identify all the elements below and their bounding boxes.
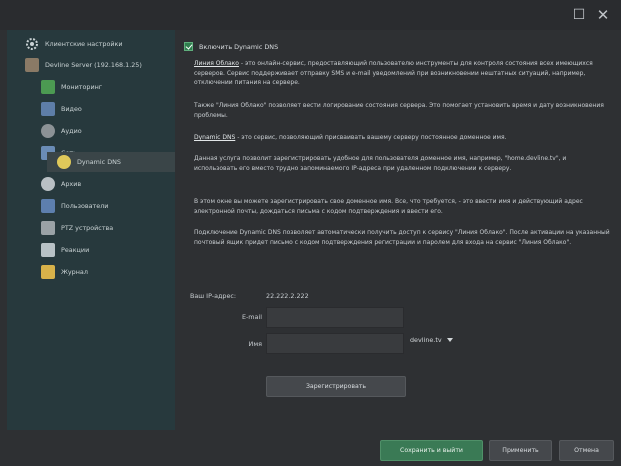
ip-address-value: 22.222.2.222 bbox=[266, 292, 309, 300]
settings-sidebar: Клиентские настройки Devline Server (192… bbox=[7, 30, 175, 430]
domain-select-value: devline.tv bbox=[410, 336, 442, 344]
ptz-icon bbox=[41, 221, 55, 235]
sidebar-item-label: Журнал bbox=[61, 268, 88, 276]
title-bar: ☐ ✕ bbox=[0, 0, 621, 30]
cancel-button[interactable]: Отмена bbox=[559, 440, 614, 461]
email-label: E-mail bbox=[241, 313, 262, 321]
sidebar-item-label: Мониторинг bbox=[61, 83, 103, 91]
close-icon[interactable]: ✕ bbox=[594, 6, 612, 24]
globe-icon bbox=[57, 155, 71, 169]
paragraph-text: В этом окне вы можете зарегистрировать с… bbox=[194, 198, 583, 215]
reactions-icon bbox=[41, 243, 55, 257]
sidebar-item-archive[interactable]: Архив bbox=[41, 174, 81, 194]
audio-icon bbox=[41, 124, 55, 138]
paragraph-text: - это сервис, позволяющий присваивать ва… bbox=[235, 134, 507, 141]
sidebar-item-ptz[interactable]: PTZ устройства bbox=[41, 218, 113, 238]
sidebar-item-monitoring[interactable]: Мониторинг bbox=[41, 77, 102, 97]
paragraph-cloud-logging: Также "Линия Облако" позволяет вести лог… bbox=[194, 101, 610, 120]
register-button[interactable]: Зарегистрировать bbox=[266, 376, 406, 397]
paragraph-dns-intro: Dynamic DNS - это сервис, позволяющий пр… bbox=[194, 133, 610, 143]
name-label: Имя bbox=[248, 340, 262, 348]
save-and-exit-button[interactable]: Сохранить и выйти bbox=[380, 440, 483, 461]
apply-button[interactable]: Применить bbox=[489, 440, 552, 461]
sidebar-item-label: Аудио bbox=[61, 127, 82, 135]
enable-dynamic-dns-label: Включить Dynamic DNS bbox=[199, 42, 279, 51]
monitoring-icon bbox=[41, 80, 55, 94]
sidebar-item-label: Dynamic DNS bbox=[77, 158, 121, 166]
sidebar-item-label: PTZ устройства bbox=[61, 224, 114, 232]
sidebar-item-label: Пользователи bbox=[61, 202, 109, 210]
enable-dynamic-dns-checkbox[interactable] bbox=[184, 42, 193, 51]
email-field[interactable] bbox=[266, 307, 404, 328]
paragraph-dns-activation: Подключение Dynamic DNS позволяет автома… bbox=[194, 228, 610, 247]
sidebar-item-label: Видео bbox=[61, 105, 82, 113]
paragraph-text: Также "Линия Облако" позволяет вести лог… bbox=[194, 102, 604, 119]
video-icon bbox=[41, 102, 55, 116]
enable-dynamic-dns-row: Включить Dynamic DNS bbox=[184, 42, 278, 51]
name-field[interactable] bbox=[266, 333, 404, 354]
gear-icon bbox=[25, 37, 39, 51]
sidebar-item-journal[interactable]: Журнал bbox=[41, 262, 88, 282]
ip-address-label: Ваш IP-адрес: bbox=[190, 292, 237, 300]
paragraph-text: Подключение Dynamic DNS позволяет автома… bbox=[194, 229, 610, 246]
archive-icon bbox=[41, 177, 55, 191]
paragraph-dns-register: В этом окне вы можете зарегистрировать с… bbox=[194, 197, 610, 216]
sidebar-item-server[interactable]: Devline Server (192.168.1.25) bbox=[25, 55, 142, 75]
chevron-down-icon bbox=[446, 338, 453, 342]
sidebar-item-label: Клиентские настройки bbox=[45, 40, 123, 48]
paragraph-text: Данная услуга позволит зарегистрировать … bbox=[194, 155, 567, 172]
users-icon bbox=[41, 199, 55, 213]
cloud-link[interactable]: Линия Облако bbox=[194, 60, 239, 67]
sidebar-item-reactions[interactable]: Реакции bbox=[41, 240, 89, 260]
dynamic-dns-panel: Включить Dynamic DNS Линия Облако - это … bbox=[182, 34, 614, 430]
journal-icon bbox=[41, 265, 55, 279]
dynamic-dns-link[interactable]: Dynamic DNS bbox=[194, 134, 235, 141]
paragraph-text: - это онлайн-сервис, предоставляющий пол… bbox=[194, 60, 593, 87]
sidebar-item-video[interactable]: Видео bbox=[41, 99, 82, 119]
server-icon bbox=[25, 58, 39, 72]
settings-window: ☐ ✕ Клиентские настройки Devline Server … bbox=[0, 0, 621, 466]
maximize-icon[interactable]: ☐ bbox=[570, 6, 588, 24]
sidebar-item-client-settings[interactable]: Клиентские настройки bbox=[25, 34, 123, 54]
sidebar-item-audio[interactable]: Аудио bbox=[41, 121, 82, 141]
sidebar-item-users[interactable]: Пользователи bbox=[41, 196, 108, 216]
paragraph-dns-usage: Данная услуга позволит зарегистрировать … bbox=[194, 154, 610, 173]
paragraph-cloud-intro: Линия Облако - это онлайн-сервис, предос… bbox=[194, 59, 610, 88]
sidebar-item-dynamic-dns[interactable]: Dynamic DNS bbox=[47, 152, 175, 172]
domain-select[interactable]: devline.tv bbox=[410, 336, 453, 344]
sidebar-item-label: Архив bbox=[61, 180, 82, 188]
sidebar-item-label: Devline Server (192.168.1.25) bbox=[45, 61, 142, 69]
sidebar-item-label: Реакции bbox=[61, 246, 90, 254]
